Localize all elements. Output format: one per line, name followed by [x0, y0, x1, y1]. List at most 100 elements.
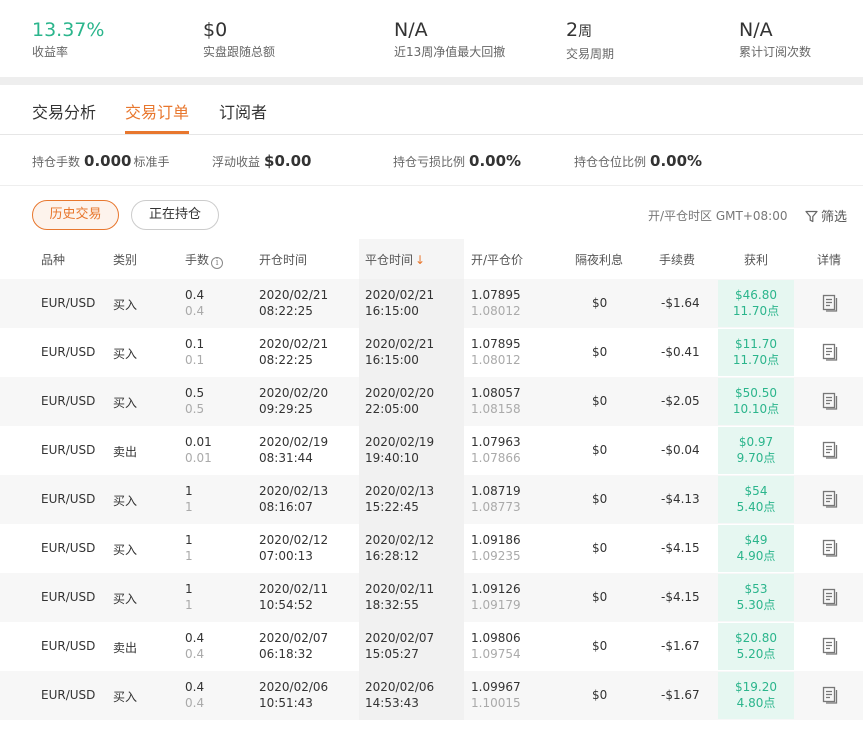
close-date: 2020/02/19 [365, 435, 435, 449]
lots-sub-value: 0.5 [185, 402, 205, 416]
header-close-time[interactable]: 平仓时间 ↓ [365, 251, 425, 268]
close-price: 1.09179 [471, 598, 521, 612]
lots-value: 1 [185, 484, 193, 498]
table-row[interactable]: EUR/USD 买入 11 2020/02/13 08:16:07 2020/02… [0, 475, 863, 524]
close-clock: 22:05:00 [365, 402, 419, 416]
header-swap[interactable]: 隔夜利息 [575, 251, 623, 268]
cell-type: 买入 [113, 592, 138, 606]
cell-price: 1.08057 1.08158 [471, 385, 521, 417]
stat-subscriptions: N/A 累计订阅次数 [739, 18, 811, 60]
cell-profit: $19.20 4.80点 [718, 679, 794, 711]
open-date: 2020/02/12 [259, 533, 329, 547]
header-open-time[interactable]: 开仓时间 [259, 251, 307, 268]
table-row[interactable]: EUR/USD 买入 11 2020/02/11 10:54:52 2020/02… [0, 573, 863, 622]
document-icon[interactable] [822, 441, 838, 459]
header-close-time-label: 平仓时间 [365, 253, 414, 267]
lots-value: 1 [185, 533, 193, 547]
tab-bar: 交易分析 交易订单 订阅者 [0, 85, 863, 135]
header-lots[interactable]: 手数 i [185, 251, 224, 269]
table-row[interactable]: EUR/USD 买入 0.5 0.5 2020/02/20 09:29:25 202… [0, 377, 863, 426]
summary-loss-ratio: 持仓亏损比例 0.00% [393, 152, 523, 170]
cell-fee: -$1.67 [661, 688, 700, 702]
cell-swap: $0 [592, 296, 608, 310]
profit-value: $19.20 [735, 680, 777, 694]
cell-close-time: 2020/02/19 19:40:10 [365, 434, 434, 466]
cell-close-time: 2020/02/12 16:28:12 [365, 532, 434, 564]
cell-close-time: 2020/02/21 16:15:00 [365, 336, 434, 368]
open-positions-button[interactable]: 正在持仓 [131, 200, 219, 230]
cell-close-time: 2020/02/07 15:05:27 [365, 630, 434, 662]
cell-swap: $0 [592, 639, 608, 653]
summary-positions: 持仓手数 0.000 标准手 [32, 152, 169, 170]
stat-follow-amount: $0 实盘跟随总额 [203, 18, 275, 60]
document-icon[interactable] [822, 392, 838, 410]
lots-sub-value: 1 [185, 598, 193, 612]
cell-type: 买入 [113, 298, 138, 312]
document-icon[interactable] [822, 343, 838, 361]
stat-return-rate: 13.37% 收益率 [32, 18, 104, 60]
info-icon[interactable]: i [211, 257, 224, 269]
table-row[interactable]: EUR/USD 卖出 0.01 0.01 2020/02/19 08:31:44 2… [0, 426, 863, 475]
stat-label: 收益率 [32, 45, 69, 59]
cell-profit: $53 5.30点 [718, 581, 794, 613]
header-fee[interactable]: 手续费 [659, 251, 695, 268]
summary-value: 0.000 [84, 152, 132, 170]
header-type[interactable]: 类别 [113, 251, 137, 268]
cell-open-time: 2020/02/13 08:16:07 [259, 483, 328, 515]
document-icon[interactable] [822, 490, 838, 508]
cell-fee: -$2.05 [661, 394, 700, 408]
header-detail: 详情 [817, 253, 842, 267]
summary-floating: 浮动收益 $0.00 [212, 152, 313, 170]
header-symbol[interactable]: 品种 [41, 251, 65, 268]
close-clock: 15:05:27 [365, 647, 419, 661]
cell-swap: $0 [592, 394, 608, 408]
cell-price: 1.07895 1.08012 [471, 287, 521, 319]
close-price: 1.09235 [471, 549, 521, 563]
open-price: 1.09186 [471, 533, 521, 547]
tab-trade-analysis[interactable]: 交易分析 [32, 99, 96, 123]
open-date: 2020/02/13 [259, 484, 329, 498]
close-price: 1.09754 [471, 647, 521, 661]
close-date: 2020/02/21 [365, 288, 435, 302]
stat-unit: 周 [578, 24, 593, 40]
table-row[interactable]: EUR/USD 买入 0.4 0.4 2020/02/06 10:51:43 202… [0, 671, 863, 720]
tab-subscribers[interactable]: 订阅者 [219, 99, 267, 123]
cell-fee: -$1.64 [661, 296, 700, 310]
close-clock: 14:53:43 [365, 696, 419, 710]
document-icon[interactable] [822, 686, 838, 704]
table-row[interactable]: EUR/USD 卖出 0.4 0.4 2020/02/07 06:18:32 202… [0, 622, 863, 671]
cell-fee: -$0.41 [661, 345, 700, 359]
section-divider [0, 77, 863, 85]
history-trades-button[interactable]: 历史交易 [32, 200, 119, 230]
stat-value: 2周 [566, 18, 614, 44]
cell-fee: -$4.13 [661, 492, 700, 506]
open-price: 1.07963 [471, 435, 521, 449]
document-icon[interactable] [822, 294, 838, 312]
cell-profit: $20.80 5.20点 [718, 630, 794, 662]
cell-close-time: 2020/02/20 22:05:00 [365, 385, 434, 417]
cell-profit: $54 5.40点 [718, 483, 794, 515]
open-date: 2020/02/06 [259, 680, 329, 694]
header-profit[interactable]: 获利 [744, 251, 768, 268]
header-price[interactable]: 开/平仓价 [471, 251, 523, 268]
document-icon[interactable] [822, 637, 838, 655]
open-clock: 08:22:25 [259, 353, 313, 367]
table-row[interactable]: EUR/USD 买入 0.1 0.1 2020/02/21 08:22:25 202… [0, 328, 863, 377]
document-icon[interactable] [822, 539, 838, 557]
cell-swap: $0 [592, 443, 608, 457]
cell-swap: $0 [592, 688, 608, 702]
profit-value: $49 [744, 533, 768, 547]
close-price: 1.08012 [471, 304, 521, 318]
tab-trade-orders[interactable]: 交易订单 [125, 99, 189, 123]
document-icon[interactable] [822, 588, 838, 606]
filter-button[interactable]: 筛选 [805, 206, 847, 225]
summary-value: $0.00 [264, 152, 312, 170]
cell-swap: $0 [592, 345, 608, 359]
cell-open-time: 2020/02/21 08:22:25 [259, 287, 328, 319]
lots-sub-value: 0.4 [185, 696, 205, 710]
table-row[interactable]: EUR/USD 买入 11 2020/02/12 07:00:13 2020/02… [0, 524, 863, 573]
table-row[interactable]: EUR/USD 买入 0.4 0.4 2020/02/21 08:22:25 202… [0, 279, 863, 328]
cell-lots: 11 [185, 483, 193, 515]
close-price: 1.07866 [471, 451, 521, 465]
cell-open-time: 2020/02/20 09:29:25 [259, 385, 328, 417]
